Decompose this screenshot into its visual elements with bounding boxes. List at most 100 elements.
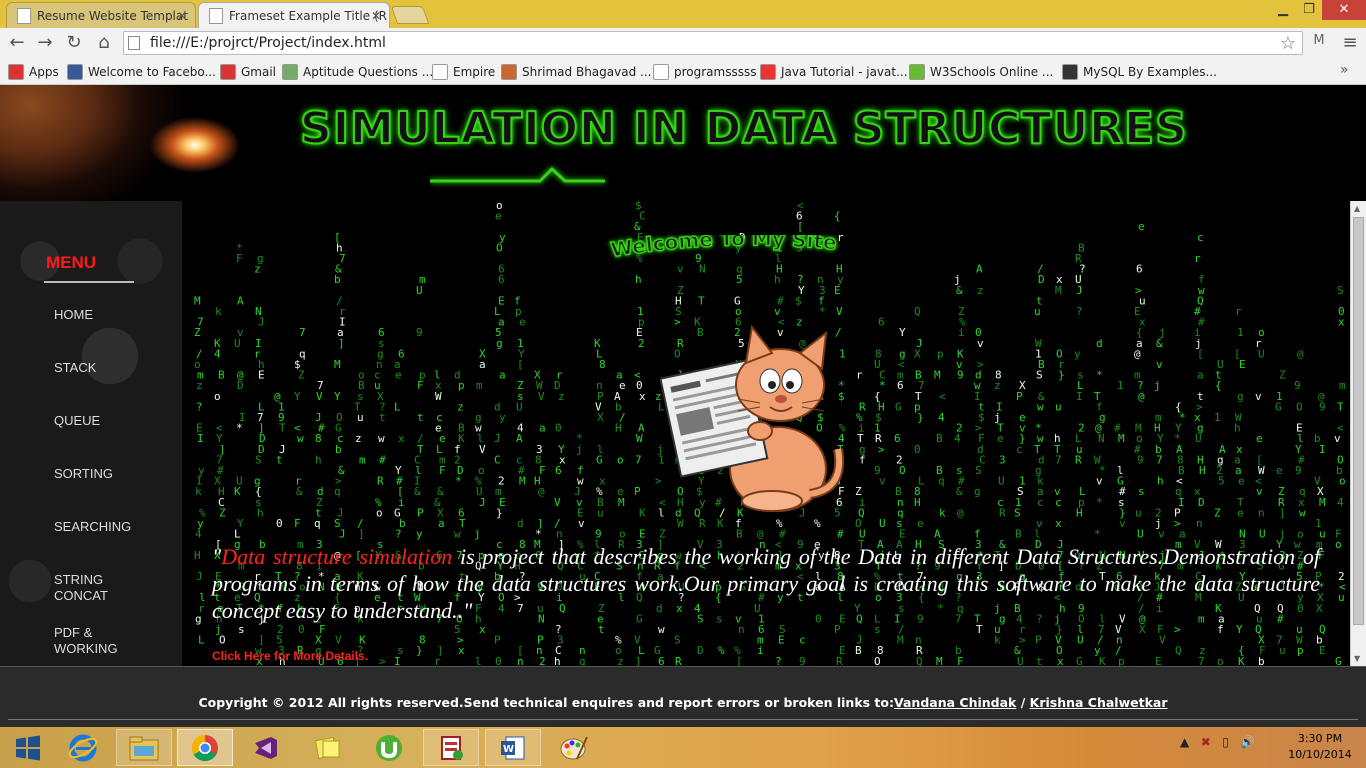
bookmark-item[interactable]: Shrimad Bhagavad ... bbox=[501, 63, 651, 81]
svg-text:@: @ bbox=[1297, 347, 1304, 360]
taskbar-clock[interactable]: 3:30 PM 10/10/2014 bbox=[1284, 731, 1356, 763]
maximize-button[interactable]: ❐ bbox=[1296, 0, 1322, 20]
svg-text:}: } bbox=[416, 644, 423, 657]
utorrent-icon[interactable] bbox=[361, 729, 417, 766]
svg-text:n: n bbox=[1258, 506, 1265, 519]
menu-hamburger-icon[interactable]: ≡ bbox=[1340, 32, 1360, 53]
svg-text:v: v bbox=[1096, 475, 1103, 488]
svg-text:w: w bbox=[454, 528, 461, 541]
scroll-down-arrow-icon[interactable]: ▼ bbox=[1354, 654, 1360, 663]
back-arrow-icon[interactable]: ← bbox=[6, 32, 28, 54]
address-bar[interactable]: file:///E:/projrct/Project/index.html ☆ bbox=[123, 31, 1303, 55]
svg-text:*: * bbox=[455, 475, 462, 488]
svg-text:P: P bbox=[834, 623, 841, 636]
web-page: SIMULATION IN DATA STRUCTURES MENU HOME … bbox=[0, 85, 1366, 727]
bookmark-item[interactable]: Java Tutorial - javat... bbox=[760, 63, 908, 81]
visual-studio-icon[interactable] bbox=[238, 729, 294, 766]
bookmark-item[interactable]: Gmail bbox=[220, 63, 276, 81]
new-tab-button[interactable] bbox=[390, 6, 430, 24]
vertical-scrollbar[interactable]: ▲ ▼ bbox=[1350, 201, 1366, 666]
svg-text:T: T bbox=[698, 294, 705, 307]
svg-text:9: 9 bbox=[416, 326, 423, 339]
svg-text:a: a bbox=[479, 358, 486, 371]
scrollbar-thumb[interactable] bbox=[1353, 217, 1364, 625]
svg-text:T: T bbox=[976, 623, 983, 636]
bookmark-item[interactable]: programsssss bbox=[653, 63, 756, 81]
bookmark-item[interactable]: W3Schools Online ... bbox=[909, 63, 1053, 81]
intro-highlight: Data structure simulation bbox=[221, 544, 453, 569]
intro-paragraph: "Data structure simulation is project th… bbox=[212, 543, 1320, 624]
footer-link-vandana[interactable]: Vandana Chindak bbox=[894, 695, 1016, 710]
forward-arrow-icon[interactable]: → bbox=[34, 32, 56, 54]
svg-text:M: M bbox=[194, 294, 201, 307]
word-icon[interactable]: W bbox=[485, 729, 541, 766]
paint-icon[interactable] bbox=[546, 729, 602, 766]
svg-text:f: f bbox=[1217, 623, 1224, 636]
svg-text:*: * bbox=[1096, 496, 1103, 509]
svg-text:Z: Z bbox=[1214, 506, 1221, 519]
svg-text:S: S bbox=[674, 634, 681, 647]
svg-text:e: e bbox=[1237, 506, 1244, 519]
network-icon[interactable]: ✖ bbox=[1201, 735, 1211, 749]
close-window-button[interactable]: ✕ bbox=[1322, 0, 1366, 20]
gmail-extension-icon[interactable]: M bbox=[1308, 33, 1330, 53]
bookmark-item[interactable]: Empire bbox=[432, 63, 495, 81]
svg-text:9: 9 bbox=[1294, 379, 1301, 392]
close-icon[interactable]: ✕ bbox=[371, 9, 381, 23]
svg-text:c: c bbox=[1037, 496, 1044, 509]
nav-pdf-working[interactable]: PDF & WORKING bbox=[54, 625, 124, 657]
bookmark-star-icon[interactable]: ☆ bbox=[1280, 33, 1296, 54]
bookmark-item[interactable]: Aptitude Questions ... bbox=[282, 63, 433, 81]
svg-text:?: ? bbox=[1076, 305, 1083, 318]
more-bookmarks-icon[interactable]: » bbox=[1340, 62, 1349, 78]
svg-text:c: c bbox=[1016, 443, 1023, 456]
tab-resume-template[interactable]: Resume Website Templat ✕ bbox=[6, 2, 196, 28]
svg-text:P: P bbox=[417, 506, 424, 519]
installer-icon[interactable] bbox=[423, 729, 479, 766]
nav-stack[interactable]: STACK bbox=[54, 360, 164, 376]
home-icon[interactable]: ⌂ bbox=[93, 32, 115, 54]
nav-string-concat[interactable]: STRING CONCAT bbox=[54, 572, 124, 604]
mysql-icon bbox=[1062, 64, 1078, 80]
svg-text:N: N bbox=[1098, 432, 1105, 445]
svg-text:Y: Y bbox=[334, 390, 341, 403]
svg-text:}: } bbox=[496, 506, 503, 519]
svg-text:]: ] bbox=[635, 655, 642, 666]
battery-icon[interactable]: ▯ bbox=[1222, 735, 1229, 749]
chrome-icon[interactable] bbox=[177, 729, 233, 766]
svg-text:F: F bbox=[294, 517, 301, 530]
tab-title: Resume Website Templat bbox=[37, 8, 188, 23]
nav-home[interactable]: HOME bbox=[54, 307, 164, 323]
svg-text:o: o bbox=[376, 506, 383, 519]
svg-text:Q: Q bbox=[1175, 644, 1182, 657]
close-icon[interactable]: ✕ bbox=[177, 9, 187, 23]
bookmark-item[interactable]: MySQL By Examples... bbox=[1062, 63, 1217, 81]
svg-text:M: M bbox=[934, 369, 941, 382]
internet-explorer-icon[interactable] bbox=[55, 729, 111, 766]
svg-text:u: u bbox=[1055, 400, 1062, 413]
bookmark-item[interactable]: Apps bbox=[8, 63, 59, 81]
svg-text:G: G bbox=[895, 400, 902, 413]
show-hidden-icons-icon[interactable]: ▲ bbox=[1180, 735, 1189, 749]
svg-text:4: 4 bbox=[195, 528, 202, 541]
nav-sorting[interactable]: SORTING bbox=[54, 466, 164, 482]
volume-icon[interactable]: 🔊 bbox=[1240, 735, 1255, 749]
bookmark-item[interactable]: Welcome to Facebo... bbox=[67, 63, 216, 81]
svg-text:M: M bbox=[334, 358, 341, 371]
svg-text:P: P bbox=[1035, 634, 1042, 647]
scroll-up-arrow-icon[interactable]: ▲ bbox=[1354, 204, 1360, 213]
more-details-link[interactable]: Click Here for More Details. bbox=[212, 649, 368, 663]
svg-text:b: b bbox=[1258, 655, 1265, 666]
reload-icon[interactable]: ↻ bbox=[63, 32, 85, 54]
windows-start-icon[interactable] bbox=[0, 729, 56, 766]
sticky-notes-icon[interactable] bbox=[300, 729, 356, 766]
file-explorer-icon[interactable] bbox=[116, 729, 172, 766]
footer-link-krishna[interactable]: Krishna Chalwetkar bbox=[1030, 695, 1168, 710]
address-url[interactable]: file:///E:/projrct/Project/index.html bbox=[150, 35, 386, 51]
svg-text:u: u bbox=[1034, 305, 1041, 318]
nav-searching[interactable]: SEARCHING bbox=[54, 519, 164, 535]
minimize-button[interactable]: ▁ bbox=[1270, 0, 1296, 20]
tab-frameset-example[interactable]: Frameset Example Title (R ✕ bbox=[198, 2, 390, 28]
nav-queue[interactable]: QUEUE bbox=[54, 413, 164, 429]
clock-time: 3:30 PM bbox=[1297, 732, 1343, 745]
